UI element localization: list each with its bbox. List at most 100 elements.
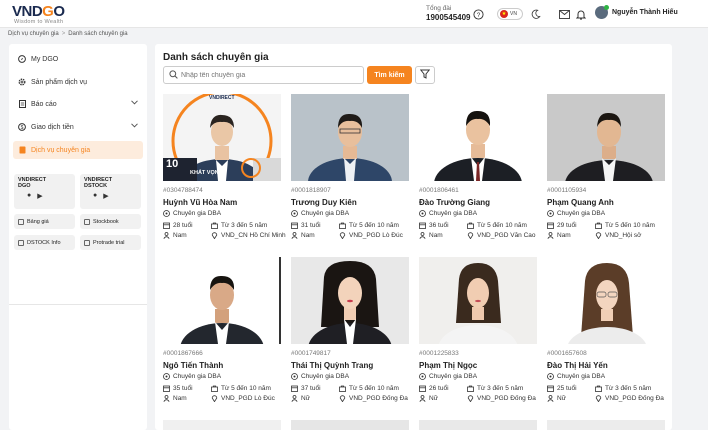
expert-card[interactable]: VNDIRECT 10 KHÁT VỌNG #0304788474 Huỳnh … (163, 94, 286, 266)
expert-photo (547, 420, 665, 430)
expert-age: 31 tuổi (291, 222, 321, 229)
expert-card[interactable]: #0001818907 Trương Duy Kiên Chuyên gia D… (291, 94, 409, 266)
age-value: 28 tuổi (173, 222, 193, 229)
tool-price-board[interactable]: Bảng giá (14, 214, 75, 229)
google-play-icon[interactable]: ▶ (37, 192, 42, 200)
user-menu[interactable]: Nguyễn Thành Hiếu (595, 5, 678, 19)
briefcase-icon (467, 222, 474, 229)
help-icon[interactable]: ? (472, 8, 484, 20)
expert-name[interactable]: Phạm Quang Anh (547, 198, 614, 207)
language-switch[interactable]: ★ VN (497, 8, 523, 20)
briefcase-icon (339, 222, 346, 229)
sidebar-item-label: Dịch vụ chuyên gia (31, 146, 91, 154)
expert-name[interactable]: Đào Trường Giang (419, 198, 490, 207)
apple-store-icon[interactable]: ● (27, 192, 31, 200)
breadcrumb-item[interactable]: Dịch vụ chuyên gia (8, 31, 59, 37)
search-button[interactable]: Tìm kiếm (367, 66, 412, 84)
expert-card[interactable]: #0001657608 Đào Thị Hải Yến Chuyên gia D… (547, 257, 665, 429)
tool-label: Stockbook (93, 218, 119, 225)
bell-icon[interactable] (575, 8, 587, 20)
expert-role: Chuyên gia DBA (419, 373, 477, 380)
price-board-icon (18, 218, 24, 225)
expert-experience: Từ 5 đến 10 năm (595, 222, 655, 229)
svg-text:?: ? (476, 11, 480, 18)
role-label: Chuyên gia DBA (301, 373, 350, 380)
location-icon (211, 395, 218, 402)
gender-value: Nam (173, 395, 187, 402)
gender-value: Nam (301, 232, 315, 239)
sidebar-item-reports[interactable]: Báo cáo (13, 95, 143, 113)
calendar-icon (419, 385, 426, 392)
expert-code: #0001806461 (419, 187, 459, 194)
briefcase-icon (595, 222, 602, 229)
expert-card[interactable]: #0001867666 Ngô Tiến Thành Chuyên gia DB… (163, 257, 281, 429)
expert-branch: VND_PGD Văn Cao (467, 232, 536, 239)
sidebar-item-money-transactions[interactable]: $ Giao dịch tiền (13, 118, 143, 136)
money-icon: $ (18, 123, 26, 131)
role-label: Chuyên gia DBA (173, 373, 222, 380)
expert-branch: VND_PGD Đống Đa (467, 395, 536, 402)
expert-code: #0001749817 (291, 350, 331, 357)
dstock-info-icon (18, 239, 24, 246)
badge-icon (291, 373, 298, 380)
expert-card[interactable]: #0001105934 Phạm Quang Anh Chuyên gia DB… (547, 94, 665, 266)
expert-card[interactable]: #0001806461 Đào Trường Giang Chuyên gia … (419, 94, 537, 266)
expert-photo (291, 257, 409, 344)
expert-card[interactable]: #0001225833 Phạm Thị Ngọc Chuyên gia DBA… (419, 257, 537, 429)
tool-label: DSTOCK Info (27, 239, 61, 246)
breadcrumb-item: Danh sách chuyên gia (68, 31, 128, 37)
expert-age: 29 tuổi (547, 222, 577, 229)
badge-icon (547, 373, 554, 380)
search-icon (169, 69, 178, 81)
location-icon (595, 395, 602, 402)
expert-name[interactable]: Trương Duy Kiên (291, 198, 357, 207)
vietnam-flag-icon: ★ (500, 10, 508, 18)
experience-value: Từ 5 đến 10 năm (349, 385, 399, 392)
google-play-icon[interactable]: ▶ (103, 192, 108, 200)
tool-label: Bảng giá (27, 218, 49, 225)
briefcase-icon (339, 385, 346, 392)
expert-photo (419, 94, 537, 181)
person-icon (163, 395, 170, 402)
sidebar-item-products[interactable]: Sản phẩm dịch vụ (13, 73, 143, 91)
expert-experience: Từ 5 đến 10 năm (467, 222, 527, 229)
location-icon (211, 232, 218, 239)
expert-code: #0001105934 (547, 187, 587, 194)
expert-name[interactable]: Thái Thị Quỳnh Trang (291, 361, 373, 370)
app-name: DSTOCK (84, 183, 108, 189)
expert-experience: Từ 5 đến 10 năm (339, 222, 399, 229)
badge-icon (163, 210, 170, 217)
expert-gender: Nữ (419, 395, 438, 402)
expert-gender: Nữ (291, 395, 310, 402)
expert-gender: Nam (547, 232, 571, 239)
location-icon (595, 232, 602, 239)
expert-age: 25 tuổi (547, 385, 577, 392)
sidebar-item-my-dgo[interactable]: My DGO (13, 50, 143, 68)
branch-value: VND_Hội sở (605, 232, 642, 239)
tool-dstock-info[interactable]: DSTOCK Info (14, 235, 75, 250)
expert-name[interactable]: Huỳnh Vũ Hòa Nam (163, 198, 237, 207)
expert-name[interactable]: Đào Thị Hải Yến (547, 361, 608, 370)
dark-mode-icon[interactable] (530, 8, 542, 20)
tool-protrade-trial[interactable]: Protrade trial (80, 235, 141, 250)
filter-button[interactable] (415, 66, 435, 84)
sidebar-item-label: My DGO (31, 55, 59, 63)
expert-gender: Nam (163, 395, 187, 402)
calendar-icon (163, 222, 170, 229)
age-value: 31 tuổi (301, 222, 321, 229)
expert-name[interactable]: Ngô Tiến Thành (163, 361, 223, 370)
expert-card[interactable]: #0001749817 Thái Thị Quỳnh Trang Chuyên … (291, 257, 409, 429)
calendar-icon (419, 222, 426, 229)
logo[interactable]: VNDGO Wisdom to Wealth (12, 4, 65, 25)
sidebar-item-expert-services[interactable]: Dịch vụ chuyên gia (13, 141, 143, 159)
doc-icon (18, 146, 26, 154)
location-icon (339, 395, 346, 402)
mail-icon[interactable] (558, 8, 570, 20)
expert-name[interactable]: Phạm Thị Ngọc (419, 361, 477, 370)
gender-value: Nam (173, 232, 187, 239)
apple-store-icon[interactable]: ● (93, 192, 97, 200)
tool-stockbook[interactable]: Stockbook (80, 214, 141, 229)
expert-experience: Từ 5 đến 10 năm (339, 385, 399, 392)
experience-value: Từ 3 đến 5 năm (221, 222, 268, 229)
search-input[interactable] (181, 71, 351, 79)
